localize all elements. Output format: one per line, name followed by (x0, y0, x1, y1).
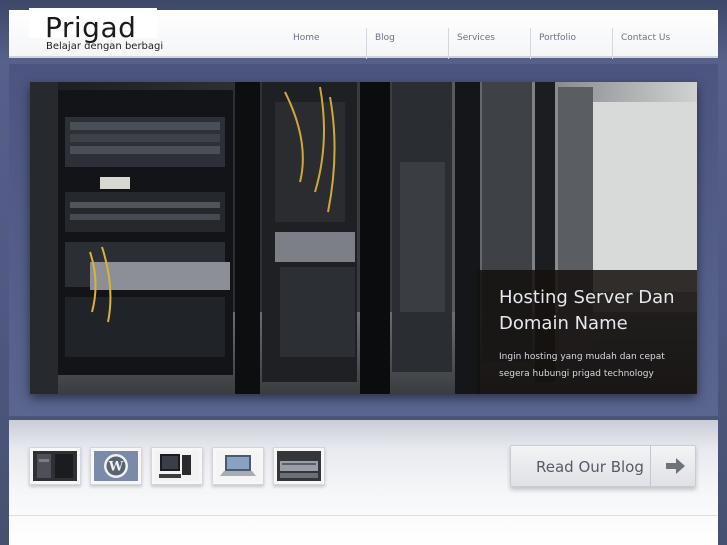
thumbnail-laptop[interactable] (212, 447, 264, 485)
server-rack-thumbnail (33, 451, 77, 481)
arrow-right-icon (666, 458, 685, 474)
hero-caption: Hosting Server Dan Domain Name Ingin hos… (477, 270, 697, 394)
nav-portfolio[interactable]: Portfolio (531, 28, 613, 59)
read-our-blog-button[interactable]: Read Our Blog (510, 445, 696, 487)
laptop-thumbnail (216, 451, 260, 481)
nav-contact-us[interactable]: Contact Us (613, 28, 695, 59)
button-divider (650, 446, 651, 486)
nav-home[interactable]: Home (285, 28, 367, 59)
read-our-blog-label: Read Our Blog (536, 458, 644, 476)
svg-text:W: W (108, 460, 124, 475)
hero-slider[interactable]: Hosting Server Dan Domain Name Ingin hos… (30, 82, 697, 394)
divider (9, 515, 718, 516)
site-header: Prigad Belajar dengan berbagi Home Blog … (9, 8, 718, 59)
desktop-computer-thumbnail (155, 451, 199, 481)
caption-text: Ingin hosting yang mudah dan cepat seger… (499, 352, 665, 379)
wordpress-logo-thumbnail: W (94, 451, 138, 481)
site-title[interactable]: Prigad (45, 14, 136, 42)
main-nav: Home Blog Services Portfolio Contact Us (285, 28, 695, 59)
caption-title[interactable]: Hosting Server Dan Domain Name (499, 285, 689, 337)
thumbnail-desktop[interactable] (151, 447, 203, 485)
thumbnail-server-hardware[interactable] (273, 447, 325, 485)
server-hardware-thumbnail (277, 451, 321, 481)
site-tagline: Belajar dengan berbagi (46, 41, 164, 52)
thumbnail-server-rack[interactable] (29, 447, 81, 485)
thumbnail-wordpress[interactable]: W (90, 447, 142, 485)
nav-services[interactable]: Services (449, 28, 531, 59)
nav-blog[interactable]: Blog (367, 28, 449, 59)
